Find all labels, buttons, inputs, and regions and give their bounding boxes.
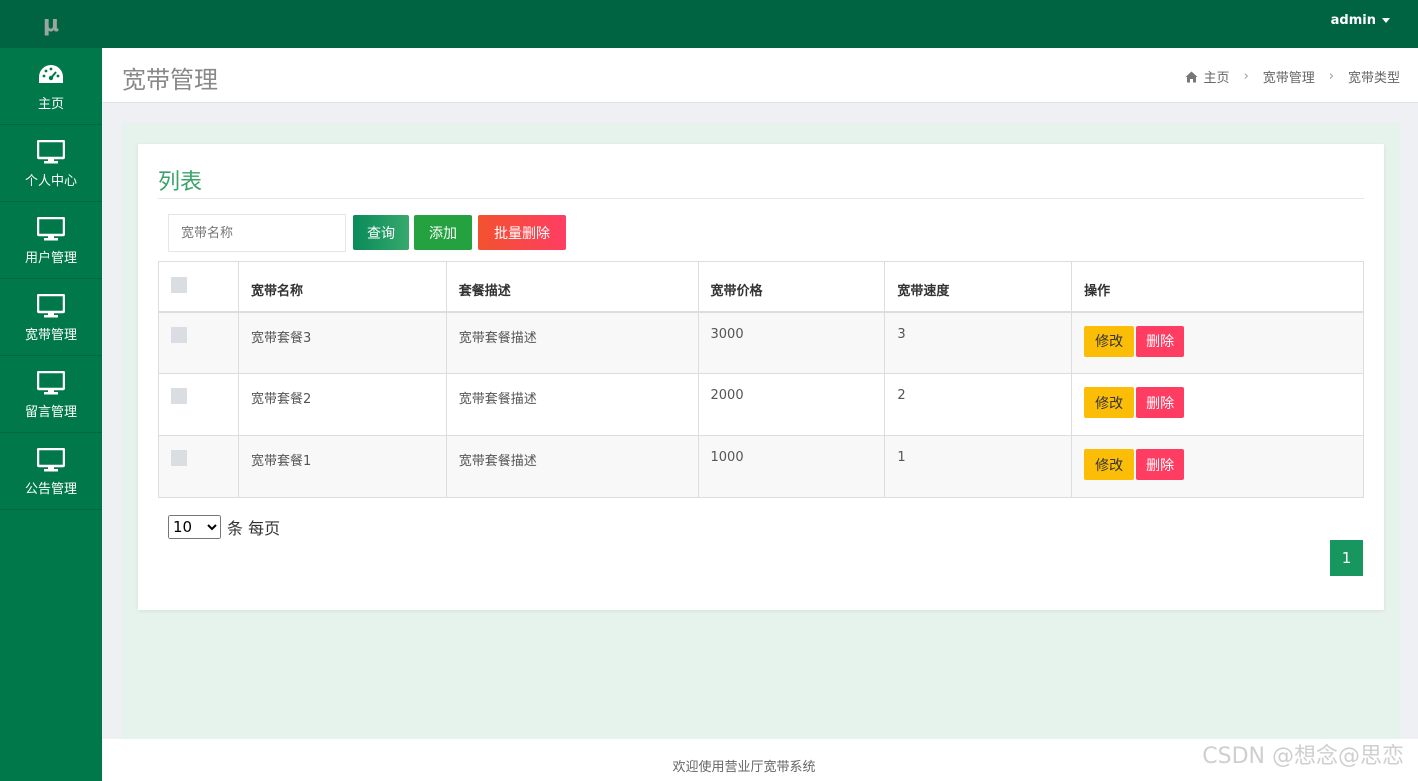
query-button[interactable]: 查询: [353, 215, 409, 250]
cell-desc: 宽带套餐描述: [445, 373, 699, 436]
table-row: 宽带套餐3 宽带套餐描述 3000 3 修改 删除: [158, 311, 1364, 374]
watermark: CSDN @想念@思恋: [1202, 744, 1404, 769]
monitor-icon: [37, 369, 65, 397]
row-select-cell: [158, 373, 239, 436]
column-header[interactable]: 套餐描述: [445, 261, 699, 313]
column-header[interactable]: 宽带价格: [697, 261, 886, 313]
footer-text: 欢迎使用营业厅宽带系统: [672, 760, 816, 775]
cell-speed: 3: [884, 311, 1073, 374]
batch-delete-button[interactable]: 批量删除: [478, 215, 566, 250]
breadcrumb-item-home[interactable]: 主页: [1204, 67, 1230, 86]
delete-button[interactable]: 删除: [1136, 325, 1185, 357]
divider: [158, 198, 1364, 199]
data-table: 宽带名称 套餐描述 宽带价格 宽带速度 操作 宽带套餐3 宽带套餐描述 3000…: [158, 261, 1364, 498]
list-card: 列表 查询 添加 批量删除 宽带名称 套餐描述 宽带价格 宽带速度 操作: [138, 144, 1384, 610]
monitor-icon: [37, 292, 65, 320]
sidebar-item-profile[interactable]: 个人中心: [0, 125, 102, 202]
app-logo[interactable]: μ: [0, 0, 102, 48]
cell-price: 1000: [697, 435, 886, 498]
sidebar-item-label: 公告管理: [24, 481, 77, 497]
edit-button[interactable]: 修改: [1084, 449, 1135, 480]
sidebar-item-label: 用户管理: [24, 250, 77, 266]
row-checkbox[interactable]: [171, 326, 187, 343]
sidebar: μ 主页 个人中心 用户管理 宽带管理 留言管理 公告管理: [0, 0, 102, 781]
edit-button[interactable]: 修改: [1084, 325, 1135, 357]
table-header-row: 宽带名称 套餐描述 宽带价格 宽带速度 操作: [158, 261, 1364, 313]
sidebar-item-users[interactable]: 用户管理: [0, 202, 102, 279]
table-row: 宽带套餐2 宽带套餐描述 2000 2 修改 删除: [158, 373, 1364, 436]
chevron-right-icon: ›: [1243, 69, 1249, 84]
cell-desc: 宽带套餐描述: [445, 435, 699, 498]
monitor-icon: [37, 215, 65, 243]
cell-actions: 修改 删除: [1071, 435, 1364, 498]
row-checkbox[interactable]: [171, 450, 187, 466]
delete-button[interactable]: 删除: [1136, 387, 1185, 418]
cell-price: 2000: [697, 373, 886, 436]
column-header[interactable]: 宽带名称: [237, 261, 447, 313]
user-name: admin: [1330, 13, 1376, 28]
table-row: 宽带套餐1 宽带套餐描述 1000 1 修改 删除: [158, 435, 1364, 498]
page-header: 宽带管理 主页 › 宽带管理 › 宽带类型: [102, 48, 1418, 103]
column-header[interactable]: 宽带速度: [884, 261, 1073, 313]
row-checkbox[interactable]: [171, 388, 187, 404]
row-select-cell: [158, 311, 239, 374]
cell-actions: 修改 删除: [1071, 311, 1364, 374]
sidebar-item-label: 个人中心: [24, 173, 77, 189]
row-select-cell: [158, 435, 239, 498]
cell-speed: 1: [884, 435, 1073, 498]
sidebar-item-notices[interactable]: 公告管理: [0, 433, 102, 510]
column-header: 操作: [1071, 261, 1364, 313]
edit-button[interactable]: 修改: [1084, 387, 1135, 418]
monitor-icon: [37, 138, 65, 166]
add-button[interactable]: 添加: [414, 215, 472, 250]
sidebar-item-home[interactable]: 主页: [0, 48, 102, 125]
select-all-checkbox[interactable]: [171, 277, 187, 293]
sidebar-item-broadband[interactable]: 宽带管理: [0, 279, 102, 356]
search-input[interactable]: [168, 214, 346, 252]
cell-speed: 2: [884, 373, 1073, 436]
page-size-suffix: 条 每页: [227, 519, 281, 538]
home-icon: [1185, 71, 1198, 83]
cell-price: 3000: [697, 311, 886, 374]
sidebar-item-label: 主页: [37, 96, 64, 112]
page-size-select[interactable]: 10: [168, 515, 221, 539]
sidebar-item-label: 留言管理: [24, 404, 77, 420]
breadcrumb: 主页 › 宽带管理 › 宽带类型: [1185, 67, 1400, 86]
cell-actions: 修改 删除: [1071, 373, 1364, 436]
chevron-right-icon: ›: [1328, 69, 1334, 84]
sidebar-item-label: 宽带管理: [24, 327, 77, 343]
topbar: admin: [102, 0, 1418, 48]
sidebar-item-messages[interactable]: 留言管理: [0, 356, 102, 433]
cell-name: 宽带套餐1: [237, 435, 447, 498]
caret-down-icon: [1382, 18, 1390, 23]
user-menu[interactable]: admin: [1331, 13, 1390, 28]
cell-name: 宽带套餐3: [237, 311, 447, 374]
pagination-page-button[interactable]: 1: [1330, 540, 1363, 576]
cell-name: 宽带套餐2: [237, 373, 447, 436]
page-size-control: 10 条 每页: [168, 515, 280, 539]
card-title: 列表: [158, 170, 203, 195]
dashboard-icon: [38, 61, 64, 89]
page-title: 宽带管理: [122, 66, 218, 94]
breadcrumb-item-broadband[interactable]: 宽带管理: [1263, 67, 1315, 86]
select-all-cell: [158, 261, 239, 313]
breadcrumb-item-current: 宽带类型: [1347, 71, 1400, 86]
monitor-icon: [37, 446, 65, 474]
cell-desc: 宽带套餐描述: [445, 311, 699, 374]
delete-button[interactable]: 删除: [1136, 449, 1185, 480]
